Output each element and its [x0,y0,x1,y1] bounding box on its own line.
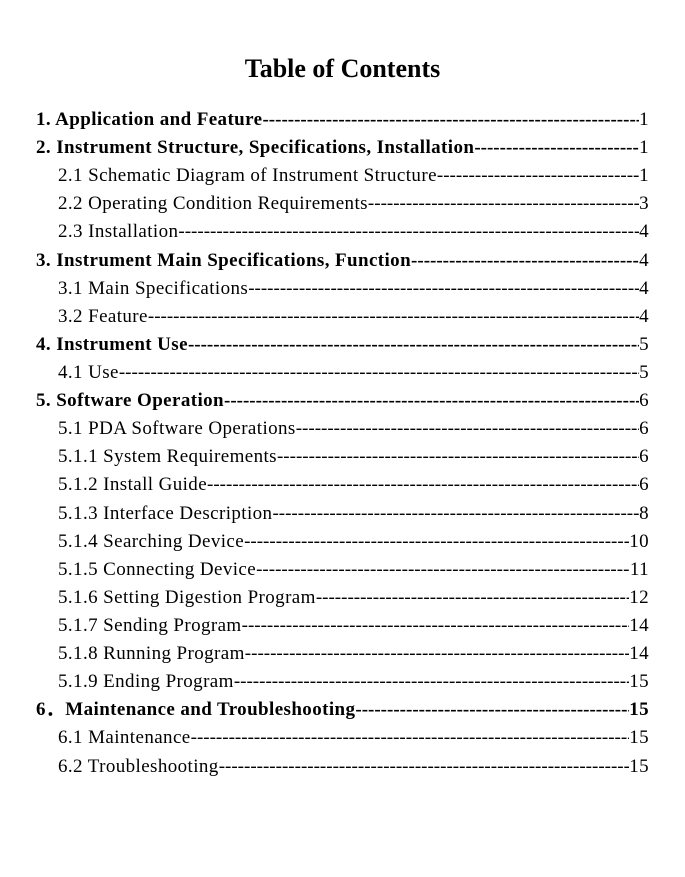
toc-entry-page: 15 [629,668,649,696]
toc-entry-label: 5.1.1 System Requirements [58,443,277,471]
toc-entry-page: 6 [639,387,649,415]
toc-entry-page: 4 [639,247,649,275]
toc-leader: ----------------------------------------… [316,584,629,612]
page-title: Table of Contents [36,54,649,84]
toc-entry-label: 3.1 Main Specifications [58,275,248,303]
toc-entry: 6.1 Maintenance ------------------------… [36,724,649,752]
toc-entry-label: 6.2 Troubleshooting [58,753,219,781]
toc-entry-label: 1. Application and Feature [36,106,262,134]
toc-entry: 4. Instrument Use ----------------------… [36,331,649,359]
toc-entry-page: 1 [639,162,649,190]
toc-leader: ----------------------------------------… [224,387,639,415]
toc-entry: 2. Instrument Structure, Specifications,… [36,134,649,162]
toc-leader: ----------------------------------------… [219,753,630,781]
toc-entry: 5.1.1 System Requirements --------------… [36,443,649,471]
toc-entry: 4.1 Use --------------------------------… [36,359,649,387]
toc-entry-page: 10 [629,528,649,556]
toc-entry: 5.1.7 Sending Program ------------------… [36,612,649,640]
toc-entry-label: 5.1.5 Connecting Device [58,556,256,584]
toc-entry-page: 6 [639,443,649,471]
toc-leader: ----------------------------------------… [296,415,639,443]
toc-entry-page: 4 [639,303,649,331]
toc-entry-label: 5.1.7 Sending Program [58,612,242,640]
toc-entry: 5.1.3 Interface Description ------------… [36,500,649,528]
toc-leader: ----------------------------------------… [355,696,629,724]
toc-leader: ----------------------------------------… [242,612,630,640]
toc-entry-label: 3.2 Feature [58,303,148,331]
toc-entry-page: 6 [639,471,649,499]
toc-entry-label: 2. Instrument Structure, Specifications,… [36,134,474,162]
toc-entry: 5.1 PDA Software Operations ------------… [36,415,649,443]
toc-entry-label: 2.1 Schematic Diagram of Instrument Stru… [58,162,437,190]
toc-entry-label: 4. Instrument Use [36,331,188,359]
toc-leader: ----------------------------------------… [207,471,639,499]
toc-entry-page: 12 [629,584,649,612]
toc-leader: ----------------------------------------… [437,162,639,190]
toc-leader: ----------------------------------------… [277,443,639,471]
toc-leader: ----------------------------------------… [119,359,639,387]
toc-entry-page: 1 [639,106,649,134]
toc-entry-label: 5.1.8 Running Program [58,640,245,668]
toc-entry-page: 1 [639,134,649,162]
toc-leader: ----------------------------------------… [188,331,639,359]
toc-leader: ----------------------------------------… [178,218,639,246]
toc-entry: 3.1 Main Specifications ----------------… [36,275,649,303]
toc-entry: 5. Software Operation ------------------… [36,387,649,415]
toc-entry-label: 5.1.3 Interface Description [58,500,272,528]
toc-leader: ----------------------------------------… [245,640,629,668]
toc-entry-page: 11 [630,556,649,584]
toc-entry-label: 4.1 Use [58,359,119,387]
toc-entry-page: 15 [629,753,649,781]
toc-entry-label: 5.1.2 Install Guide [58,471,207,499]
toc-leader: ----------------------------------------… [262,106,639,134]
toc-leader: ----------------------------------------… [256,556,630,584]
toc-leader: ----------------------------------------… [148,303,639,331]
toc-entry-label: 6.1 Maintenance [58,724,191,752]
toc-entry: 5.1.8 Running Program ------------------… [36,640,649,668]
toc-entry-label: 2.3 Installation [58,218,178,246]
toc-entry-label: 5. Software Operation [36,387,224,415]
toc-entry-page: 4 [639,218,649,246]
toc-entry-page: 8 [639,500,649,528]
toc-entry-label: 5.1.6 Setting Digestion Program [58,584,316,612]
toc-entry: 2.1 Schematic Diagram of Instrument Stru… [36,162,649,190]
toc-entry-label: 5.1.4 Searching Device [58,528,244,556]
toc-entry-label: 5.1.9 Ending Program [58,668,234,696]
toc-entry-page: 5 [639,359,649,387]
toc-entry: 5.1.4 Searching Device -----------------… [36,528,649,556]
toc-entry: 3.2 Feature ----------------------------… [36,303,649,331]
toc-entry-page: 14 [629,612,649,640]
toc-leader: ----------------------------------------… [234,668,629,696]
toc-entry-page: 4 [639,275,649,303]
toc-entry: 2.2 Operating Condition Requirements ---… [36,190,649,218]
toc-entry: 5.1.9 Ending Program -------------------… [36,668,649,696]
toc-entry-label: 6．Maintenance and Troubleshooting [36,696,355,724]
toc-entry: 5.1.2 Install Guide --------------------… [36,471,649,499]
toc-entry-label: 2.2 Operating Condition Requirements [58,190,368,218]
toc-entry-label: 3. Instrument Main Specifications, Funct… [36,247,411,275]
toc-leader: ----------------------------------------… [411,247,639,275]
toc-entry: 2.3 Installation -----------------------… [36,218,649,246]
toc-entry-page: 14 [629,640,649,668]
toc-container: 1. Application and Feature -------------… [36,106,649,781]
toc-leader: ----------------------------------------… [368,190,639,218]
toc-entry-label: 5.1 PDA Software Operations [58,415,296,443]
toc-entry: 6.2 Troubleshooting --------------------… [36,753,649,781]
toc-entry: 5.1.6 Setting Digestion Program --------… [36,584,649,612]
toc-leader: ----------------------------------------… [244,528,629,556]
toc-leader: ----------------------------------------… [191,724,630,752]
toc-entry: 1. Application and Feature -------------… [36,106,649,134]
toc-entry-page: 15 [629,724,649,752]
toc-leader: ----------------------------------------… [272,500,639,528]
toc-entry-page: 6 [639,415,649,443]
toc-entry: 6．Maintenance and Troubleshooting-------… [36,696,649,724]
toc-leader: ----------------------------------------… [474,134,639,162]
toc-entry-page: 5 [639,331,649,359]
toc-leader: ----------------------------------------… [248,275,639,303]
toc-entry-page: 15 [629,696,649,724]
toc-entry: 5.1.5 Connecting Device ----------------… [36,556,649,584]
toc-entry-page: 3 [639,190,649,218]
toc-entry: 3. Instrument Main Specifications, Funct… [36,247,649,275]
